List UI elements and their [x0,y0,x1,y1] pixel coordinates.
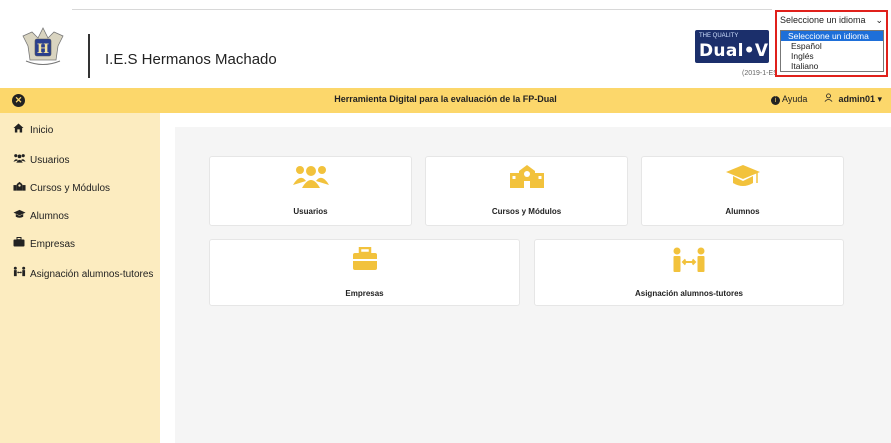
language-dropdown-list: Seleccione un idioma Español Inglés Ital… [780,30,884,72]
dualvet-logo: THE QUALITY Dual•VET [695,30,769,63]
user-icon [824,93,836,104]
language-option[interactable]: Español [781,41,883,51]
users-icon [13,153,27,168]
school-icon [13,181,27,196]
help-link[interactable]: i Ayuda [771,94,807,105]
chevron-down-icon: ⌄ [875,15,883,25]
card-empresas[interactable]: Empresas [209,239,520,306]
card-asignacion[interactable]: Asignación alumnos-tutores [534,239,844,306]
svg-text:H: H [37,42,49,57]
main-content: Usuarios Cursos y Módulos Alumnos Empres… [175,127,891,443]
sidebar-item-empresas[interactable]: Empresas [13,237,75,251]
card-label: Alumnos [725,207,760,216]
language-option[interactable]: Seleccione un idioma [781,31,883,41]
sidebar-item-cursos-modulos[interactable]: Cursos y Módulos [13,181,110,195]
card-alumnos[interactable]: Alumnos [641,156,844,226]
info-icon: i [771,96,780,105]
user-menu[interactable]: admin01 ▾ [824,93,882,105]
card-cursos-modulos[interactable]: Cursos y Módulos [425,156,628,226]
sidebar-item-asignacion[interactable]: Asignación alumnos-tutores [13,266,153,280]
user-exchange-icon [13,266,27,282]
graduation-cap-icon [642,164,843,195]
language-select[interactable]: Seleccione un idioma ⌄ [780,15,883,28]
school-name: I.E.S Hermanos Machado [105,51,277,68]
caret-down-icon: ▾ [877,94,883,104]
top-navbar: ✕ Herramienta Digital para la evaluación… [0,88,891,113]
header-divider [88,34,90,78]
card-label: Usuarios [293,207,328,216]
users-icon [210,164,411,195]
card-label: Empresas [345,289,384,298]
card-label: Cursos y Módulos [491,207,562,216]
school-icon [426,164,627,195]
sidebar-item-alumnos[interactable]: Alumnos [13,209,69,223]
app-title: Herramienta Digital para la evaluación d… [334,94,557,104]
card-label: Asignación alumnos-tutores [634,289,743,298]
card-usuarios[interactable]: Usuarios [209,156,412,226]
briefcase-icon [13,237,27,252]
briefcase-icon [210,246,519,278]
header: H I.E.S Hermanos Machado THE QUALITY Dua… [0,0,891,88]
language-selector[interactable]: Seleccione un idioma ⌄ Seleccione un idi… [775,10,888,77]
language-option[interactable]: Italiano [781,61,883,71]
sidebar: Inicio Usuarios Cursos y Módulos Alumnos… [0,113,160,443]
school-crest-logo: H [20,22,66,68]
home-icon [13,123,27,138]
language-option[interactable]: Inglés [781,51,883,61]
sidebar-item-usuarios[interactable]: Usuarios [13,153,69,167]
user-exchange-icon [535,247,843,280]
sidebar-item-inicio[interactable]: Inicio [13,123,53,137]
graduation-cap-icon [13,209,27,224]
